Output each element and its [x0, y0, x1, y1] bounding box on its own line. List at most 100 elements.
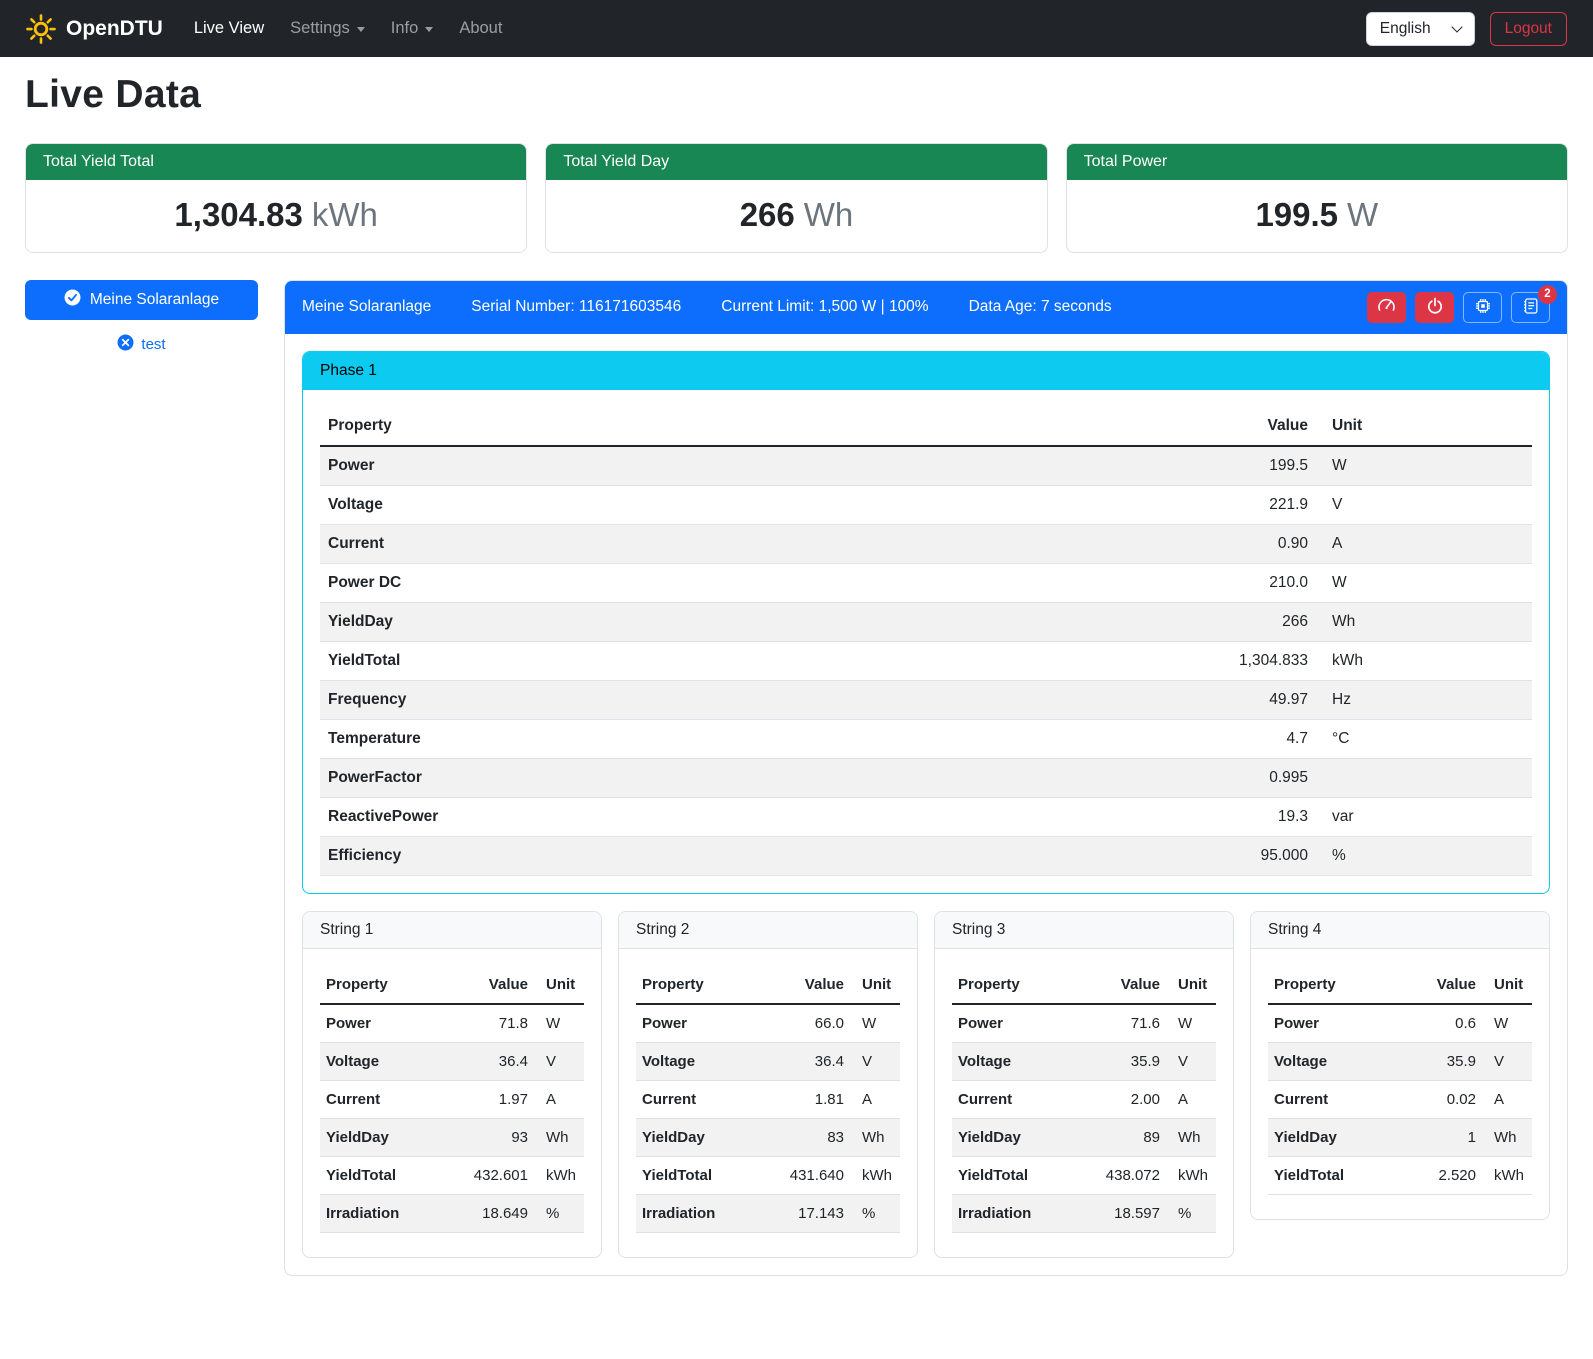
- property-cell: Power: [1268, 1004, 1414, 1043]
- main-content: Live Data Total Yield Total 1,304.83kWh …: [0, 73, 1593, 1306]
- property-cell: YieldTotal: [952, 1156, 1098, 1194]
- nav-links: Live View Settings Info About: [181, 11, 516, 46]
- value-cell: 66.0: [782, 1004, 850, 1043]
- table-row: YieldDay83Wh: [636, 1118, 900, 1156]
- nav-live-view[interactable]: Live View: [181, 11, 277, 46]
- device-info-button[interactable]: [1463, 292, 1502, 323]
- unit-cell: kWh: [850, 1156, 900, 1194]
- value-header: Value: [782, 966, 850, 1004]
- summary-card-title: Total Power: [1067, 144, 1567, 180]
- property-cell: YieldDay: [320, 602, 1186, 641]
- summary-value: 199.5: [1255, 196, 1338, 233]
- unit-header: Unit: [1482, 966, 1532, 1004]
- string-title: String 4: [1251, 912, 1549, 949]
- value-cell: 210.0: [1186, 563, 1316, 602]
- inverter-serial: Serial Number: 116171603546: [471, 298, 681, 316]
- table-row: Voltage35.9V: [1268, 1042, 1532, 1080]
- table-row: Current0.90A: [320, 524, 1532, 563]
- unit-header: Unit: [534, 966, 584, 1004]
- property-cell: YieldTotal: [320, 641, 1186, 680]
- table-row: YieldDay1Wh: [1268, 1118, 1532, 1156]
- property-cell: Current: [636, 1080, 782, 1118]
- value-cell: 1,304.833: [1186, 641, 1316, 680]
- unit-cell: W: [1166, 1004, 1216, 1043]
- nav-settings-label: Settings: [290, 19, 350, 38]
- property-header: Property: [952, 966, 1098, 1004]
- table-row: Power DC210.0W: [320, 563, 1532, 602]
- nav-settings[interactable]: Settings: [277, 11, 378, 46]
- table-row: Power0.6W: [1268, 1004, 1532, 1043]
- check-circle-icon: [64, 289, 81, 311]
- unit-cell: kWh: [1316, 641, 1532, 680]
- value-header: Value: [1414, 966, 1482, 1004]
- string-title: String 1: [303, 912, 601, 949]
- unit-cell: W: [1316, 446, 1532, 486]
- inverter-card: Meine Solaranlage Serial Number: 1161716…: [284, 280, 1568, 1276]
- property-cell: YieldTotal: [320, 1156, 466, 1194]
- table-row: YieldTotal2.520kWh: [1268, 1156, 1532, 1194]
- unit-cell: kWh: [1482, 1156, 1532, 1194]
- phase-title: Phase 1: [303, 352, 1549, 390]
- event-log-button[interactable]: 2: [1511, 292, 1550, 323]
- unit-cell: A: [534, 1080, 584, 1118]
- table-row: Frequency49.97Hz: [320, 680, 1532, 719]
- unit-header: Unit: [850, 966, 900, 1004]
- property-header: Property: [1268, 966, 1414, 1004]
- table-row: YieldDay93Wh: [320, 1118, 584, 1156]
- unit-cell: Wh: [1166, 1118, 1216, 1156]
- value-cell: 17.143: [782, 1194, 850, 1232]
- unit-cell: Wh: [1482, 1118, 1532, 1156]
- unit-cell: W: [1482, 1004, 1532, 1043]
- brand[interactable]: OpenDTU: [26, 14, 163, 44]
- value-cell: 0.995: [1186, 758, 1316, 797]
- unit-cell: %: [1316, 836, 1532, 875]
- top-navbar: OpenDTU Live View Settings Info About En…: [0, 0, 1593, 57]
- unit-cell: %: [850, 1194, 900, 1232]
- limit-settings-button[interactable]: [1367, 292, 1406, 323]
- journal-icon: [1522, 297, 1540, 318]
- nav-info[interactable]: Info: [378, 11, 447, 46]
- strings-grid: String 1 Property Value Unit: [302, 911, 1550, 1258]
- table-row: YieldTotal432.601kWh: [320, 1156, 584, 1194]
- hidden-inverter-toggle[interactable]: test: [25, 334, 258, 355]
- value-cell: 221.9: [1186, 485, 1316, 524]
- table-row: Current0.02A: [1268, 1080, 1532, 1118]
- property-cell: Current: [320, 1080, 466, 1118]
- property-cell: Irradiation: [952, 1194, 1098, 1232]
- property-cell: Voltage: [636, 1042, 782, 1080]
- unit-cell: A: [850, 1080, 900, 1118]
- inverter-card-body: Phase 1 Property Value Unit: [285, 334, 1567, 1275]
- language-select[interactable]: English: [1366, 12, 1475, 46]
- property-cell: Power: [320, 1004, 466, 1043]
- table-row: Temperature4.7°C: [320, 719, 1532, 758]
- event-count-badge: 2: [1538, 285, 1557, 304]
- nav-about[interactable]: About: [446, 11, 515, 46]
- phase-panel: Phase 1 Property Value Unit: [302, 351, 1550, 894]
- string-body: Property Value Unit Power71.8W Voltage36…: [303, 949, 601, 1257]
- table-row: Efficiency95.000%: [320, 836, 1532, 875]
- summary-card-total-power: Total Power 199.5W: [1066, 143, 1568, 253]
- table-header-row: Property Value Unit: [1268, 966, 1532, 1004]
- value-cell: 93: [466, 1118, 534, 1156]
- table-row: PowerFactor0.995: [320, 758, 1532, 797]
- table-row: Voltage36.4V: [636, 1042, 900, 1080]
- inverter-select-button[interactable]: Meine Solaranlage: [25, 280, 258, 320]
- value-cell: 0.02: [1414, 1080, 1482, 1118]
- unit-cell: W: [1316, 563, 1532, 602]
- power-toggle-button[interactable]: [1415, 292, 1454, 323]
- inverter-actions: 2: [1367, 292, 1550, 323]
- table-row: YieldTotal431.640kWh: [636, 1156, 900, 1194]
- unit-cell: Wh: [534, 1118, 584, 1156]
- property-cell: Irradiation: [320, 1194, 466, 1232]
- unit-cell: Wh: [850, 1118, 900, 1156]
- unit-cell: %: [1166, 1194, 1216, 1232]
- property-cell: Voltage: [320, 485, 1186, 524]
- logout-button[interactable]: Logout: [1490, 12, 1567, 46]
- value-cell: 199.5: [1186, 446, 1316, 486]
- string-table: Property Value Unit Power71.6W Voltage35…: [952, 966, 1216, 1233]
- unit-cell: A: [1482, 1080, 1532, 1118]
- phase-table: Property Value Unit Power199.5W Voltage2…: [320, 407, 1532, 876]
- inverter-name: Meine Solaranlage: [302, 298, 431, 316]
- value-header: Value: [1186, 407, 1316, 446]
- brand-name: OpenDTU: [66, 17, 163, 41]
